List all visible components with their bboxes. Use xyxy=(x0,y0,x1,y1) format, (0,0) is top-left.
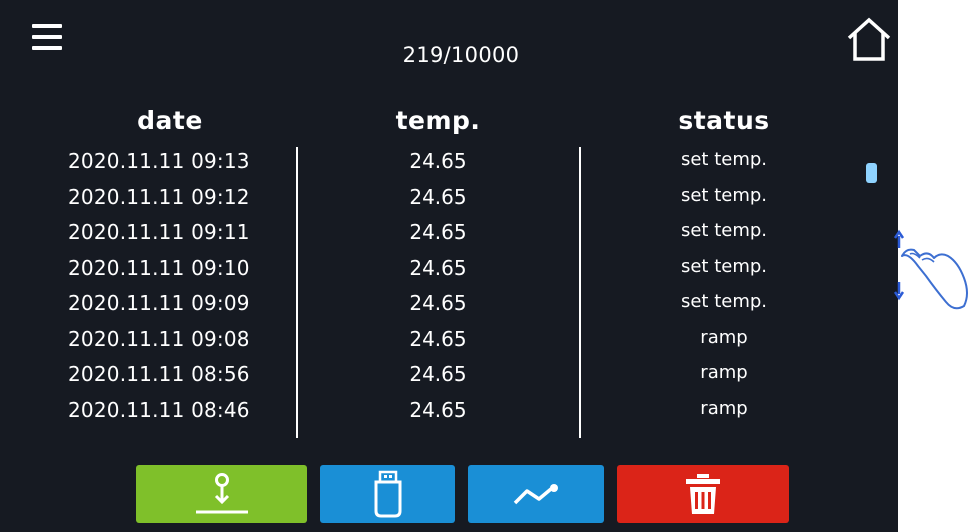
cell-status: set temp. xyxy=(680,149,768,170)
cell-status: ramp xyxy=(700,362,748,383)
cell-temp: 24.65 xyxy=(409,326,467,351)
column-header-status: status xyxy=(678,106,770,135)
record-counter: 219/10000 xyxy=(402,43,520,67)
table-row: 2020.11.11 09:10 24.65 set temp. xyxy=(0,252,898,288)
cell-date: 2020.11.11 08:56 xyxy=(68,362,250,386)
table-row: 2020.11.11 09:12 24.65 set temp. xyxy=(0,181,898,217)
cell-temp: 24.65 xyxy=(409,362,467,386)
cell-date: 2020.11.11 09:11 xyxy=(68,220,250,244)
cell-status: ramp xyxy=(700,326,748,348)
cell-date: 2020.11.11 09:10 xyxy=(68,255,250,280)
swipe-hand-icon xyxy=(888,226,968,316)
data-table[interactable]: 2020.11.11 09:13 24.65 set temp. 2020.11… xyxy=(0,145,898,429)
cell-date: 2020.11.11 09:08 xyxy=(68,326,250,351)
table-row: 2020.11.11 09:09 24.65 set temp. xyxy=(0,287,898,323)
chart-button[interactable] xyxy=(468,465,604,523)
cell-status: set temp. xyxy=(680,184,768,206)
cell-temp: 24.65 xyxy=(409,397,467,422)
cell-status: ramp xyxy=(700,397,748,419)
table-row: 2020.11.11 09:11 24.65 set temp. xyxy=(0,216,898,252)
cell-status: set temp. xyxy=(680,220,768,241)
cell-status: set temp. xyxy=(680,291,768,312)
usb-export-button[interactable] xyxy=(320,465,455,523)
table-row: 2020.11.11 09:08 24.65 ramp xyxy=(0,323,898,359)
hamburger-menu-icon[interactable] xyxy=(32,24,62,56)
cell-date: 2020.11.11 08:46 xyxy=(68,397,250,422)
cell-date: 2020.11.11 09:12 xyxy=(68,184,250,209)
device-screen: 219/10000 date temp. status 2020.11.11 0… xyxy=(0,0,898,532)
table-row: 2020.11.11 08:56 24.65 ramp xyxy=(0,358,898,394)
column-header-temp: temp. xyxy=(395,106,481,135)
cell-temp: 24.65 xyxy=(409,149,467,173)
trash-icon xyxy=(686,474,720,514)
cell-date: 2020.11.11 09:13 xyxy=(68,149,250,173)
column-header-date: date xyxy=(137,106,203,135)
chart-line-icon xyxy=(513,484,558,505)
cell-temp: 24.65 xyxy=(409,184,467,209)
home-icon[interactable] xyxy=(844,16,894,64)
table-row: 2020.11.11 08:46 24.65 ramp xyxy=(0,394,898,430)
usb-drive-icon xyxy=(374,470,401,518)
cell-temp: 24.65 xyxy=(409,255,467,280)
download-button[interactable] xyxy=(136,465,307,523)
cell-temp: 24.65 xyxy=(409,291,467,315)
cell-date: 2020.11.11 09:09 xyxy=(68,291,250,315)
table-row: 2020.11.11 09:13 24.65 set temp. xyxy=(0,145,898,181)
delete-button[interactable] xyxy=(617,465,789,523)
scrollbar-thumb[interactable] xyxy=(866,163,877,183)
cell-temp: 24.65 xyxy=(409,220,467,244)
cell-status: set temp. xyxy=(680,255,768,277)
download-icon xyxy=(195,473,248,514)
